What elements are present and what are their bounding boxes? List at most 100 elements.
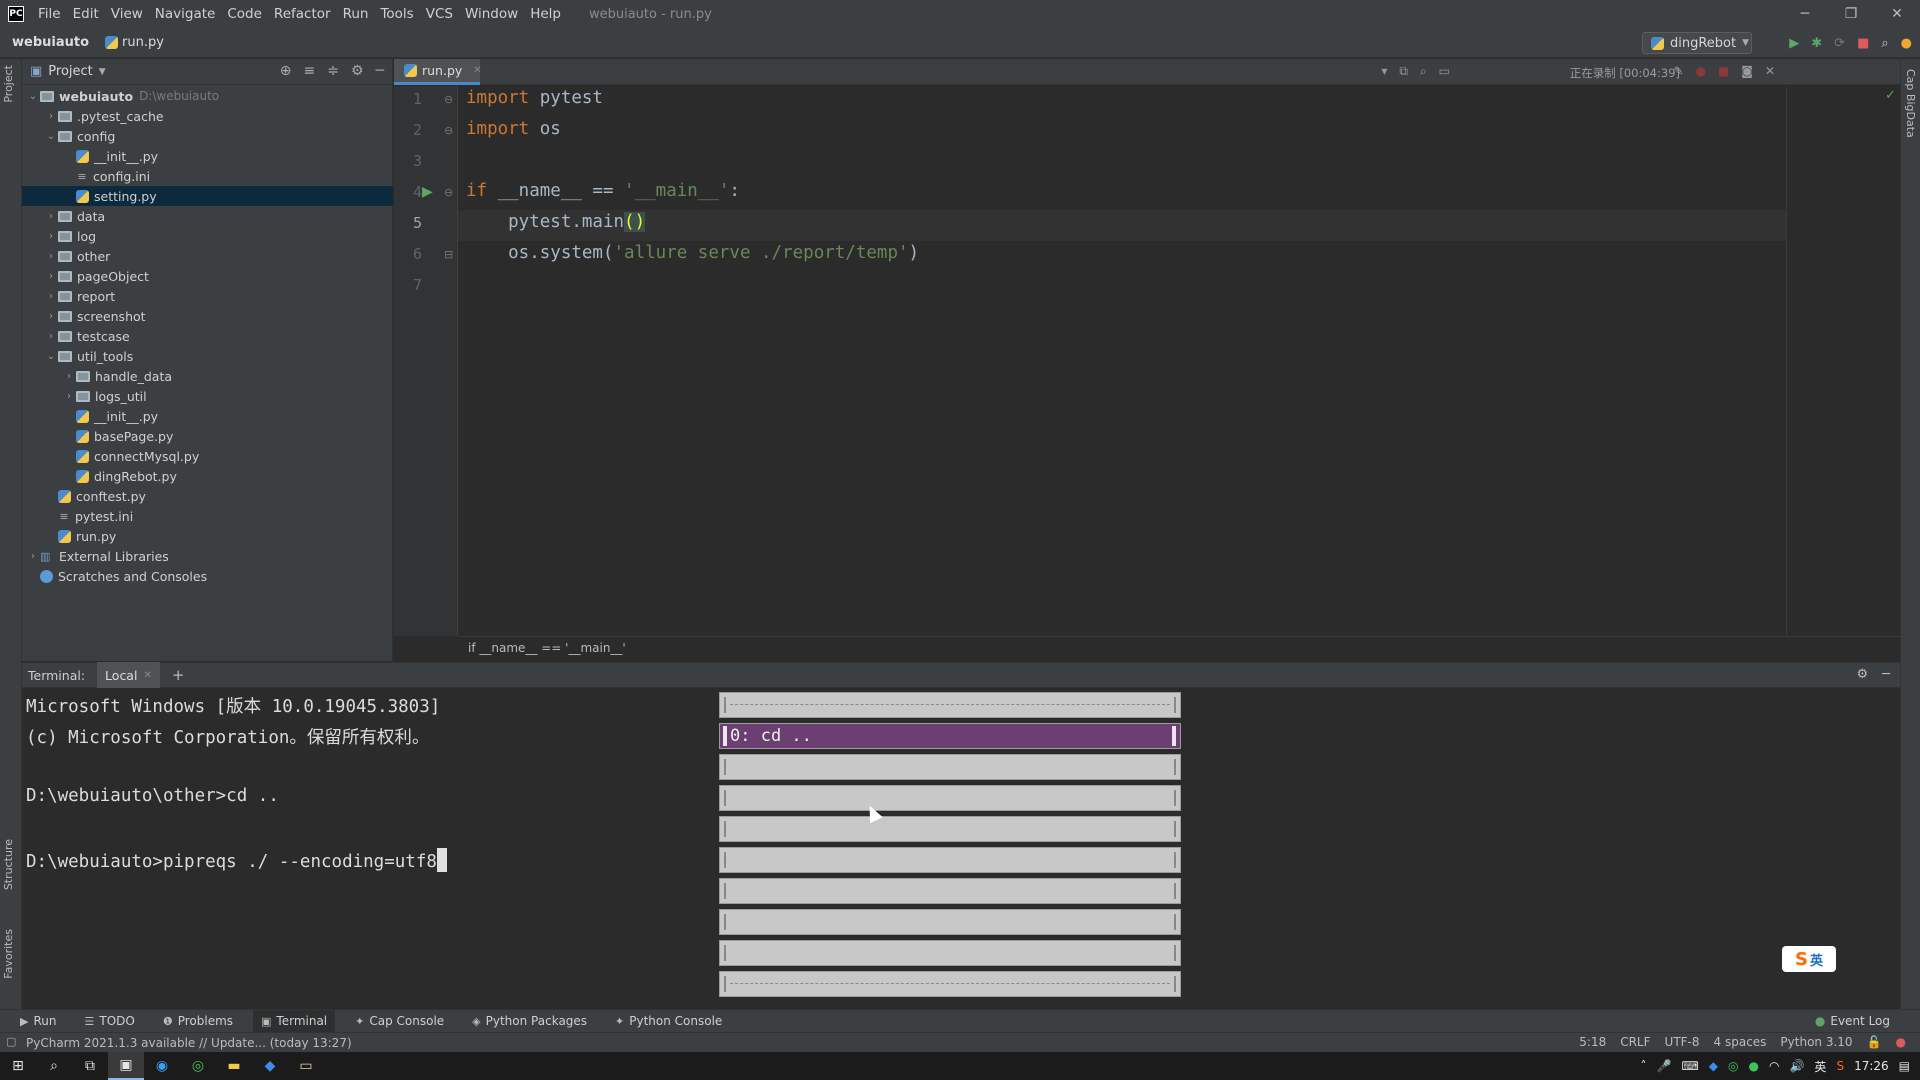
pen-icon[interactable]: ✎ xyxy=(1673,64,1683,78)
tree-item[interactable]: › report xyxy=(22,286,393,306)
tray-app-icon[interactable]: ◆ xyxy=(1709,1059,1718,1073)
menu-help[interactable]: Help xyxy=(524,6,567,22)
tree-item[interactable]: › testcase xyxy=(22,326,393,346)
locate-icon[interactable]: ⊕ xyxy=(280,63,292,79)
tool-run[interactable]: ▶ Run xyxy=(12,1010,64,1033)
tree-item[interactable]: setting.py xyxy=(22,186,393,206)
tool-problems[interactable]: ❶ Problems xyxy=(155,1010,241,1033)
menu-vcs[interactable]: VCS xyxy=(420,6,459,22)
menu-navigate[interactable]: Navigate xyxy=(149,6,222,22)
chevron-right-icon[interactable]: › xyxy=(44,251,58,262)
tree-item[interactable]: Scratches and Consoles xyxy=(22,566,393,586)
edge-icon[interactable]: ◉ xyxy=(144,1052,180,1080)
chevron-down-icon[interactable]: ▾ xyxy=(1381,64,1387,79)
hide-icon[interactable]: ─ xyxy=(1882,667,1890,682)
tree-item[interactable]: ⌄ config xyxy=(22,126,393,146)
pycharm-taskbar-icon[interactable]: ▣ xyxy=(108,1052,144,1080)
popup-item[interactable] xyxy=(719,940,1181,966)
chevron-down-icon[interactable]: ⌄ xyxy=(44,351,58,362)
camera-icon[interactable]: ◙ xyxy=(1741,64,1753,78)
app-green-icon[interactable]: ◎ xyxy=(180,1052,216,1080)
tree-item[interactable]: › pageObject xyxy=(22,266,393,286)
file-encoding[interactable]: UTF-8 xyxy=(1665,1035,1700,1049)
tool-cap-console[interactable]: ✦ Cap Console xyxy=(347,1010,452,1033)
error-icon[interactable]: ● xyxy=(1896,1035,1906,1049)
status-toggle-icon[interactable]: ▢ xyxy=(6,1035,16,1048)
chevron-right-icon[interactable]: › xyxy=(44,291,58,302)
menu-tools[interactable]: Tools xyxy=(374,6,419,22)
tool-python-console[interactable]: ✦ Python Console xyxy=(607,1010,730,1033)
lock-icon[interactable]: 🔓 xyxy=(1867,1035,1882,1049)
menu-view[interactable]: View xyxy=(105,6,149,22)
chevron-right-icon[interactable]: › xyxy=(44,331,58,342)
run-config-select[interactable]: dingRebot ▼ xyxy=(1642,32,1752,54)
tool-python-packages[interactable]: ◈ Python Packages xyxy=(464,1010,595,1033)
gear-icon[interactable]: ⚙ xyxy=(351,63,364,79)
coverage-icon[interactable]: ⟳ xyxy=(1834,36,1845,51)
menu-run[interactable]: Run xyxy=(337,6,375,22)
tab-run-py[interactable]: run.py ✕ xyxy=(394,59,482,85)
tree-item[interactable]: ≡ config.ini xyxy=(22,166,393,186)
breadcrumb-file[interactable]: run.py xyxy=(105,35,164,50)
tree-item[interactable]: › .pytest_cache xyxy=(22,106,393,126)
chevron-up-icon[interactable]: ˄ xyxy=(1641,1059,1647,1073)
notification-icon[interactable]: ▤ xyxy=(1899,1059,1910,1073)
chevron-right-icon[interactable]: › xyxy=(44,231,58,242)
fold-icon[interactable]: ⊖ xyxy=(444,93,453,106)
popup-item[interactable] xyxy=(719,816,1181,842)
tool-event-log[interactable]: ● Event Log xyxy=(1815,1014,1890,1028)
tree-item[interactable]: ≡ pytest.ini xyxy=(22,506,393,526)
app-folder-icon[interactable]: ▭ xyxy=(288,1052,324,1080)
tree-item[interactable]: ⌄ util_tools xyxy=(22,346,393,366)
python-interpreter[interactable]: Python 3.10 xyxy=(1780,1035,1852,1049)
stop-icon[interactable]: ■ xyxy=(1857,36,1869,51)
debug-icon[interactable]: ✱ xyxy=(1811,36,1822,51)
minimize-icon[interactable]: ─ xyxy=(1782,0,1828,28)
frame-icon[interactable]: ▭ xyxy=(1439,64,1450,79)
popup-item[interactable] xyxy=(719,785,1181,811)
chevron-right-icon[interactable]: › xyxy=(26,551,40,562)
terminal-tab-local[interactable]: Local ✕ xyxy=(97,662,160,688)
popup-item[interactable] xyxy=(719,847,1181,873)
tree-item[interactable]: › data xyxy=(22,206,393,226)
chevron-right-icon[interactable]: › xyxy=(44,111,58,122)
ime-tray-label[interactable]: 英 xyxy=(1814,1058,1826,1075)
keyboard-icon[interactable]: ⌨ xyxy=(1681,1059,1698,1073)
search-icon[interactable]: ⌕ xyxy=(36,1052,72,1080)
tab-structure[interactable]: Structure xyxy=(2,839,15,890)
volume-icon[interactable]: 🔊 xyxy=(1789,1059,1804,1073)
close-tab-icon[interactable]: ✕ xyxy=(143,670,151,681)
fold-icon[interactable]: ⊖ xyxy=(444,186,453,199)
fold-end-icon[interactable]: ⊟ xyxy=(444,248,453,261)
caret-position[interactable]: 5:18 xyxy=(1579,1035,1606,1049)
chevron-right-icon[interactable]: › xyxy=(44,311,58,322)
chevron-down-icon[interactable]: ⌄ xyxy=(44,131,58,142)
clock[interactable]: 17:26 xyxy=(1854,1059,1889,1073)
stop-record-icon[interactable]: ■ xyxy=(1718,64,1729,78)
update-icon[interactable]: ● xyxy=(1901,36,1912,51)
tool-todo[interactable]: ☰ TODO xyxy=(76,1010,142,1033)
tab-cap-bigdata[interactable]: Cap BigData xyxy=(1904,69,1917,138)
file-explorer-icon[interactable]: ▬ xyxy=(216,1052,252,1080)
gear-icon[interactable]: ⚙ xyxy=(1857,667,1869,682)
run-icon[interactable]: ▶ xyxy=(1789,36,1799,51)
chevron-right-icon[interactable]: › xyxy=(62,371,76,382)
microphone-icon[interactable]: 🎤 xyxy=(1657,1059,1672,1073)
tree-item[interactable]: conftest.py xyxy=(22,486,393,506)
tree-item[interactable]: connectMysql.py xyxy=(22,446,393,466)
fold-icon[interactable]: ⊖ xyxy=(444,124,453,137)
tree-item[interactable]: __init__.py xyxy=(22,146,393,166)
project-panel-title[interactable]: Project xyxy=(48,64,92,79)
close-tab-icon[interactable]: ✕ xyxy=(473,65,481,76)
editor-breadcrumb-label[interactable]: if __name__ == '__main__' xyxy=(468,641,626,655)
tree-item[interactable]: run.py xyxy=(22,526,393,546)
chevron-down-icon[interactable]: ▼ xyxy=(99,67,106,77)
popup-item[interactable] xyxy=(719,878,1181,904)
tree-item[interactable]: › handle_data xyxy=(22,366,393,386)
expand-all-icon[interactable]: ≡ xyxy=(304,63,316,79)
app-blue-icon[interactable]: ◆ xyxy=(252,1052,288,1080)
close-icon[interactable]: ✕ xyxy=(1874,0,1920,28)
status-message[interactable]: PyCharm 2021.1.3 available // Update... … xyxy=(26,1036,352,1050)
add-terminal-icon[interactable]: + xyxy=(172,666,185,684)
tree-item[interactable]: › logs_util xyxy=(22,386,393,406)
